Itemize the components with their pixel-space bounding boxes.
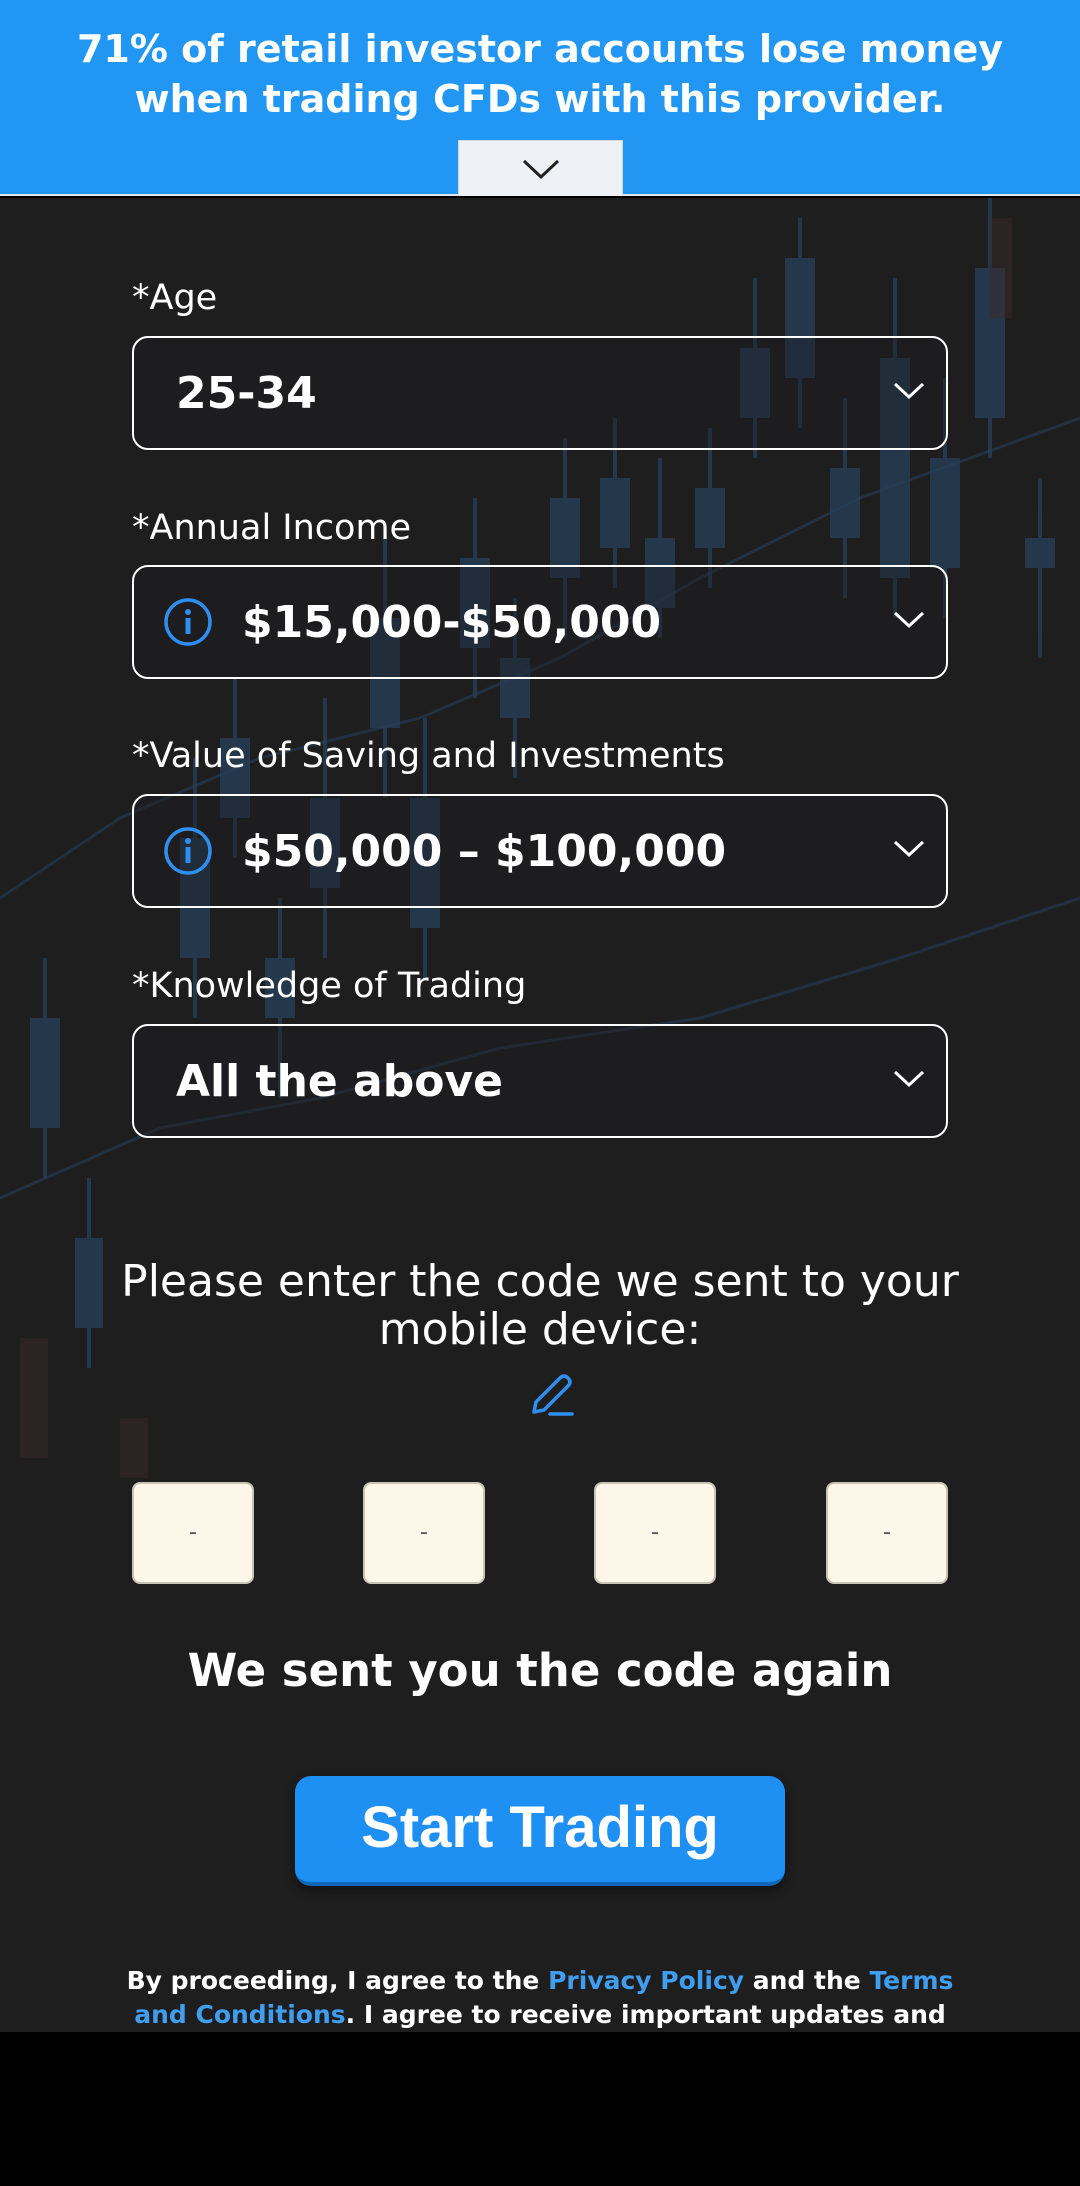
age-label: *Age bbox=[132, 278, 218, 318]
registration-form: *Age 25-34 *Annual Income $15,000-$50,00… bbox=[0, 198, 1080, 2032]
savings-investments-select[interactable]: $50,000 – $100,000 bbox=[132, 794, 948, 908]
code-resent-message: We sent you the code again bbox=[187, 1644, 893, 1697]
privacy-policy-link[interactable]: Privacy Policy bbox=[548, 1966, 744, 1995]
trading-knowledge-select[interactable]: All the above bbox=[132, 1024, 948, 1138]
code-digit-input-4[interactable]: - bbox=[826, 1482, 948, 1584]
chevron-down-icon bbox=[893, 611, 925, 629]
chevron-down-icon bbox=[893, 382, 925, 400]
banner-collapse-toggle[interactable] bbox=[458, 140, 623, 196]
legal-suffix: . I agree to receive important updates a… bbox=[345, 2000, 946, 2029]
chevron-down-icon bbox=[893, 840, 925, 858]
age-select[interactable]: 25-34 bbox=[132, 336, 948, 450]
page: 71% of retail investor accounts lose mon… bbox=[0, 0, 1080, 2186]
pencil-icon[interactable] bbox=[526, 1368, 578, 1420]
info-icon[interactable] bbox=[162, 825, 214, 877]
age-selected-value: 25-34 bbox=[176, 367, 317, 419]
savings-investments-selected-value: $50,000 – $100,000 bbox=[242, 825, 727, 877]
annual-income-selected-value: $15,000-$50,000 bbox=[242, 596, 662, 648]
legal-disclaimer: By proceeding, I agree to the Privacy Po… bbox=[120, 1964, 960, 2032]
code-prompt-text: Please enter the code we sent to your mo… bbox=[121, 1256, 959, 1355]
start-trading-button[interactable]: Start Trading bbox=[295, 1776, 785, 1886]
risk-warning-banner: 71% of retail investor accounts lose mon… bbox=[0, 0, 1080, 196]
code-digit-input-2[interactable]: - bbox=[363, 1482, 485, 1584]
legal-prefix: By proceeding, I agree to the bbox=[126, 1966, 549, 1995]
annual-income-label: *Annual Income bbox=[132, 508, 412, 548]
trading-knowledge-label: *Knowledge of Trading bbox=[132, 966, 527, 1006]
code-digit-input-1[interactable]: - bbox=[132, 1482, 254, 1584]
savings-investments-label: *Value of Saving and Investments bbox=[132, 736, 725, 776]
risk-warning-text: 71% of retail investor accounts lose mon… bbox=[76, 27, 1004, 121]
legal-middle: and the bbox=[744, 1966, 870, 1995]
info-icon[interactable] bbox=[162, 596, 214, 648]
chevron-down-icon bbox=[522, 159, 559, 179]
annual-income-select[interactable]: $15,000-$50,000 bbox=[132, 565, 948, 679]
code-digit-input-3[interactable]: - bbox=[594, 1482, 716, 1584]
chevron-down-icon bbox=[893, 1070, 925, 1088]
trading-knowledge-selected-value: All the above bbox=[176, 1055, 503, 1107]
